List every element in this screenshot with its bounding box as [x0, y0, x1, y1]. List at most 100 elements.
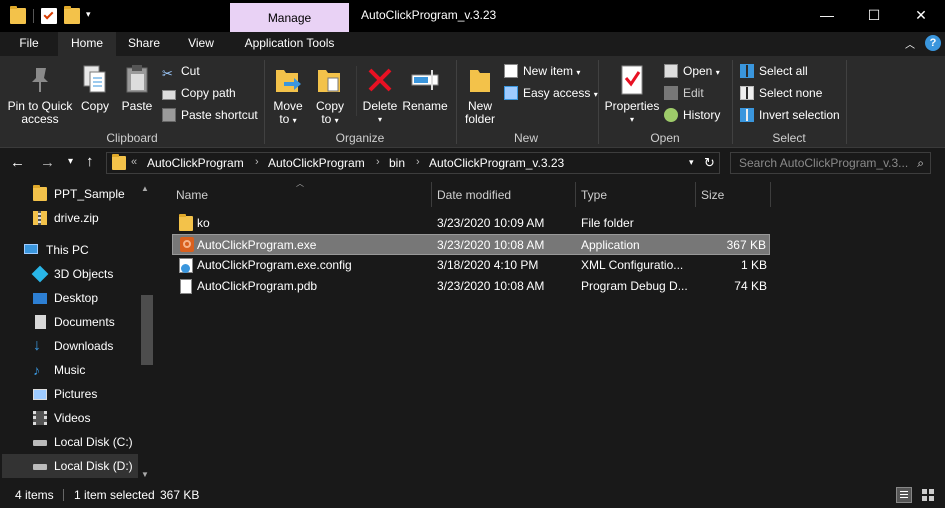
large-icons-view-icon[interactable] [920, 487, 936, 503]
pin-to-quick-access-button[interactable]: Pin to Quick access [4, 64, 76, 126]
quick-access-dropdown-icon[interactable]: ▾ [86, 9, 91, 20]
pin-label-2: access [21, 112, 59, 126]
dropdown-arrow-icon: ▾ [377, 115, 382, 124]
collapse-ribbon-icon[interactable]: ︿ [905, 36, 915, 51]
tab-application-tools[interactable]: Application Tools [230, 32, 349, 56]
nav-item-music[interactable]: ♪ Music [2, 358, 138, 382]
address-dropdown-icon[interactable]: ▾ [689, 157, 694, 168]
nav-item-local-disk-c[interactable]: Local Disk (C:) [2, 430, 138, 454]
close-button[interactable]: ✕ [898, 0, 944, 30]
divider [63, 489, 64, 501]
paste-button[interactable]: Paste [118, 64, 156, 113]
breadcrumb-overflow[interactable]: « [131, 156, 137, 168]
column-header-type[interactable]: Type [581, 188, 607, 202]
properties-button[interactable]: Properties ▾ [603, 64, 661, 126]
copy-button[interactable]: Copy [78, 64, 112, 113]
breadcrumb-item[interactable]: AutoClickProgram_v.3.23 [429, 156, 564, 170]
search-box[interactable]: Search AutoClickProgram_v.3... ⌕ [730, 152, 931, 174]
maximize-button[interactable]: ☐ [851, 0, 897, 30]
move-to-label-2: to [279, 112, 290, 126]
group-divider [846, 60, 847, 144]
cut-button[interactable]: ✂ Cut [162, 62, 262, 82]
chevron-right-icon[interactable]: › [416, 156, 420, 168]
copy-path-button[interactable]: Copy path [162, 84, 262, 104]
paste-shortcut-button[interactable]: Paste shortcut [162, 106, 262, 126]
scroll-down-icon[interactable]: ▼ [141, 470, 149, 479]
tab-share[interactable]: Share [116, 32, 172, 56]
up-arrow-icon[interactable]: ↑ [86, 153, 94, 170]
select-none-button[interactable]: Select none [740, 84, 850, 104]
disk-icon [33, 464, 47, 470]
edit-button[interactable]: Edit [664, 84, 734, 104]
table-row[interactable]: AutoClickProgram.pdb 3/23/2020 10:08 AM … [172, 276, 770, 297]
paste-icon [123, 64, 151, 96]
invert-selection-label: Invert selection [759, 108, 840, 122]
chevron-right-icon[interactable]: › [376, 156, 380, 168]
open-button[interactable]: Open ▾ [664, 62, 734, 82]
chevron-right-icon[interactable]: › [255, 156, 259, 168]
table-row[interactable]: ko 3/23/2020 10:09 AM File folder [172, 213, 770, 234]
invert-selection-button[interactable]: Invert selection [740, 106, 850, 126]
music-icon: ♪ [33, 362, 40, 378]
table-row[interactable]: AutoClickProgram.exe.config 3/18/2020 4:… [172, 255, 770, 276]
file-date: 3/23/2020 10:09 AM [437, 216, 545, 230]
back-arrow-icon[interactable]: ← [10, 154, 25, 171]
history-button[interactable]: History [664, 106, 734, 126]
nav-item-ppt-sample[interactable]: PPT_Sample [2, 182, 138, 206]
details-view-icon[interactable] [896, 487, 912, 503]
manage-context-tab[interactable]: Manage [230, 3, 349, 32]
easy-access-button[interactable]: Easy access ▾ [504, 84, 600, 104]
nav-item-pictures[interactable]: Pictures [2, 382, 138, 406]
nav-item-label: Music [54, 363, 86, 377]
new-item-button[interactable]: New item ▾ [504, 62, 600, 82]
breadcrumb-item[interactable]: bin [389, 156, 405, 170]
breadcrumb-item[interactable]: AutoClickProgram [268, 156, 365, 170]
paste-label: Paste [121, 99, 153, 113]
properties-quick-icon[interactable] [41, 8, 57, 24]
new-folder-button[interactable]: New folder [460, 64, 500, 126]
minimize-button[interactable]: — [804, 0, 850, 30]
selected-size: 367 KB [160, 488, 200, 502]
tab-file[interactable]: File [0, 32, 58, 56]
nav-item-desktop[interactable]: Desktop [2, 286, 138, 310]
nav-item-videos[interactable]: Videos [2, 406, 138, 430]
nav-item-local-disk-d[interactable]: Local Disk (D:) [2, 454, 138, 478]
nav-item-this-pc[interactable]: This PC [2, 238, 138, 262]
3d-objects-icon [31, 265, 49, 283]
column-divider[interactable] [695, 182, 696, 207]
refresh-icon[interactable]: ↻ [704, 155, 715, 171]
column-divider[interactable] [770, 182, 771, 207]
table-row[interactable]: AutoClickProgram.exe 3/23/2020 10:08 AM … [172, 234, 770, 255]
copy-to-button[interactable]: Copy to ▾ [312, 64, 348, 127]
nav-item-downloads[interactable]: ↓ Downloads [2, 334, 138, 358]
rename-button[interactable]: Rename [402, 64, 448, 113]
copy-icon [81, 64, 109, 96]
sort-ascending-icon: ︿ [296, 179, 304, 188]
folder-icon [112, 154, 126, 170]
breadcrumb-item[interactable]: AutoClickProgram [147, 156, 244, 170]
scroll-up-icon[interactable]: ▲ [141, 184, 149, 193]
tab-home[interactable]: Home [58, 32, 116, 56]
column-divider[interactable] [431, 182, 432, 207]
file-name: AutoClickProgram.exe [197, 238, 317, 252]
nav-item-documents[interactable]: Documents [2, 310, 138, 334]
move-to-button[interactable]: Move to ▾ [270, 64, 306, 127]
select-all-button[interactable]: Select all [740, 62, 850, 82]
search-icon: ⌕ [917, 156, 924, 170]
ribbon: Pin to Quick access Copy Paste ✂ Cut Copy… [0, 56, 945, 148]
forward-arrow-icon[interactable]: → [40, 154, 55, 171]
recent-locations-icon[interactable]: ▾ [68, 156, 73, 167]
tab-view[interactable]: View [172, 32, 230, 56]
nav-pane-scrollbar-thumb[interactable] [141, 295, 153, 365]
folder-icon [33, 185, 47, 201]
column-header-name[interactable]: Name [176, 188, 208, 202]
column-header-size[interactable]: Size [701, 188, 724, 202]
help-icon[interactable]: ? [925, 35, 941, 51]
delete-button[interactable]: Delete ▾ [361, 64, 399, 126]
address-bar[interactable]: « AutoClickProgram › AutoClickProgram › … [106, 152, 720, 174]
nav-item-drive-zip[interactable]: drive.zip [2, 206, 138, 230]
nav-item-3d-objects[interactable]: 3D Objects [2, 262, 138, 286]
new-folder-quick-icon[interactable] [64, 6, 80, 24]
column-header-date-modified[interactable]: Date modified [437, 188, 511, 202]
column-divider[interactable] [575, 182, 576, 207]
